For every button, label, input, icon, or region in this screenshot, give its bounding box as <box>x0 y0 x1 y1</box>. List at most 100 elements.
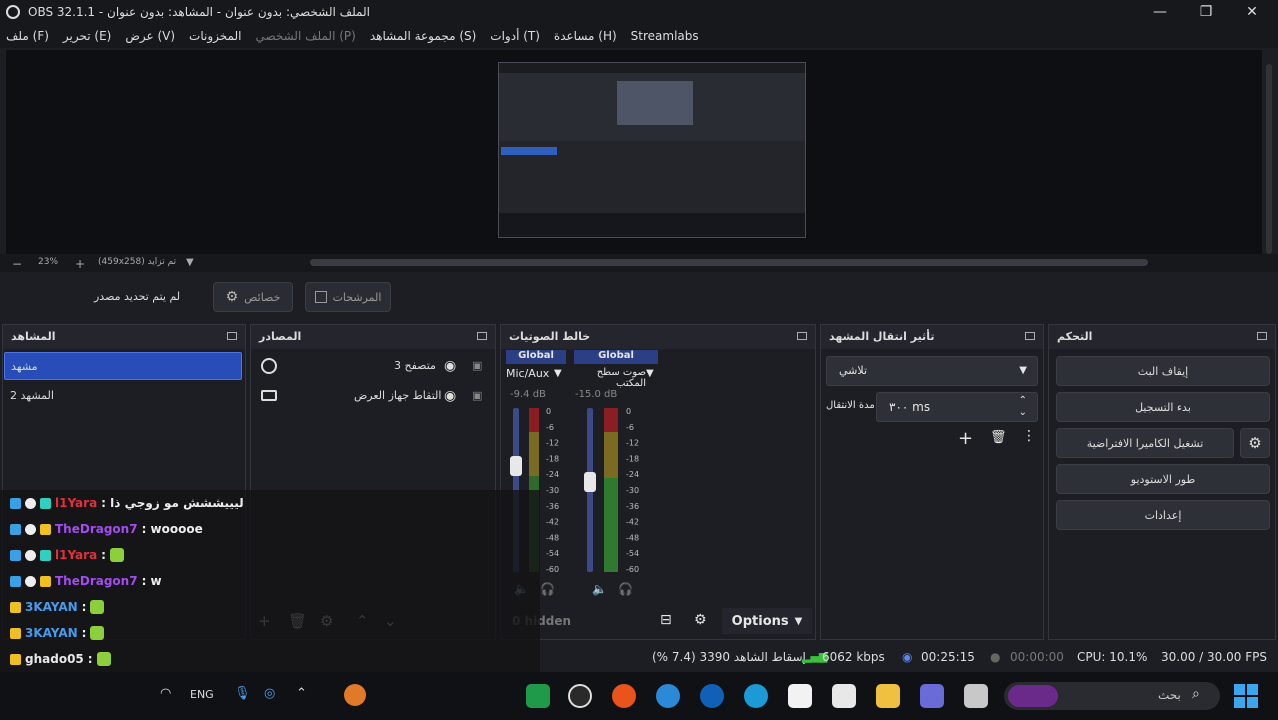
global-badge: Global <box>574 350 658 364</box>
add-transition-icon[interactable]: + <box>958 428 973 449</box>
file-explorer-icon[interactable] <box>876 684 900 708</box>
chat-badge-icon <box>40 523 51 535</box>
start-recording-button[interactable]: بدء التسجيل <box>1056 392 1270 422</box>
visibility-eye-icon[interactable]: ◉ <box>444 352 456 380</box>
microphone-icon[interactable]: 🎙 <box>234 686 251 701</box>
undock-icon[interactable] <box>477 332 487 340</box>
chevron-down-icon: ▼ <box>1019 365 1027 376</box>
tray-expand-icon[interactable]: ⌃ <box>296 686 307 701</box>
menu-help[interactable]: مساعدة (H) <box>554 29 617 43</box>
status-bar: إسقاط الشاهد 3390 (7.4 %) ▂▄▆ 6062 kbps … <box>540 644 1278 672</box>
undock-icon[interactable] <box>1257 332 1267 340</box>
taskbar-app-icon[interactable] <box>526 684 550 708</box>
more-options-icon[interactable]: ⋮ <box>1022 428 1036 444</box>
menu-scene-collection[interactable]: مجموعة المشاهد (S) <box>370 29 476 43</box>
headphones-icon[interactable]: 🎧 <box>618 582 633 596</box>
help-icon[interactable] <box>656 684 680 708</box>
firefox-icon[interactable] <box>612 684 636 708</box>
chat-badge-icon <box>25 497 36 509</box>
chevron-down-icon[interactable]: ▼ <box>646 368 654 379</box>
properties-button[interactable]: ⚙ خصائص <box>213 282 293 312</box>
minimize-button[interactable]: — <box>1140 2 1180 22</box>
controls-title: التحكم <box>1057 329 1093 343</box>
edge-icon[interactable] <box>744 684 768 708</box>
lock-icon[interactable]: ▣ <box>472 352 482 380</box>
undock-icon[interactable] <box>227 332 237 340</box>
source-item[interactable]: التقاط جهاز العرض ◉ ▣ <box>258 382 488 410</box>
horizontal-scrollbar[interactable] <box>310 259 1148 266</box>
studio-mode-button[interactable]: طور الاستوديو <box>1056 464 1270 494</box>
scene-item[interactable]: المشهد 2 <box>4 382 242 410</box>
meter-tick-label: -48 <box>546 533 559 542</box>
notification-app-icon[interactable] <box>344 684 366 706</box>
desktop-meter-yellow <box>604 432 618 478</box>
mixer-channel-name: Mic/Aux <box>506 367 550 380</box>
title-bar: OBS 32.1.1 - الملف الشخصي: بدون عنوان - … <box>0 0 1278 24</box>
chat-username: TheDragon7 <box>55 522 138 536</box>
obs-taskbar-icon[interactable] <box>568 684 592 708</box>
chat-text: : <box>87 652 93 666</box>
store-icon[interactable] <box>832 684 856 708</box>
virtual-camera-settings-button[interactable]: ⚙ <box>1240 428 1270 458</box>
amazon-icon[interactable] <box>788 684 812 708</box>
source-item[interactable]: متصفح 3 ◉ ▣ <box>258 352 488 380</box>
lock-icon[interactable]: ▣ <box>472 382 482 410</box>
meter-tick-label: -30 <box>626 486 639 495</box>
duration-spinbox[interactable]: ٣٠٠ ms ⌃ ⌄ <box>876 392 1038 422</box>
mixer-options-button[interactable]: Options ▼ <box>722 608 812 634</box>
window-title: OBS 32.1.1 - الملف الشخصي: بدون عنوان - … <box>28 5 370 19</box>
hp-icon[interactable] <box>700 684 724 708</box>
mixer-layout-icon[interactable]: ⊟ <box>660 612 672 628</box>
meter-tick-label: -60 <box>546 565 559 574</box>
zoom-in-button[interactable]: + <box>75 257 85 271</box>
task-view-icon[interactable] <box>964 684 988 708</box>
speaker-icon[interactable]: 🔈 <box>592 582 607 596</box>
menu-file[interactable]: ملف (F) <box>6 29 49 43</box>
undock-icon[interactable] <box>797 332 807 340</box>
meter-tick-label: -30 <box>546 486 559 495</box>
chat-message: 3KAYAN: <box>10 595 105 619</box>
meter-tick-label: -42 <box>626 518 639 527</box>
headphones-icon[interactable]: 🎧 <box>540 582 555 596</box>
scenes-title: المشاهد <box>11 329 56 343</box>
filters-button[interactable]: المرشحات <box>305 282 391 312</box>
chat-username: ghado05 <box>25 652 84 666</box>
vertical-scrollbar[interactable] <box>1266 64 1272 254</box>
zoom-out-button[interactable]: − <box>12 257 22 271</box>
teams-icon[interactable] <box>920 684 944 708</box>
maximize-button[interactable]: ❐ <box>1186 2 1226 22</box>
filters-label: المرشحات <box>332 290 382 304</box>
transition-select[interactable]: تلاشي ▼ <box>826 356 1038 386</box>
chevron-down-icon[interactable]: ▼ <box>554 368 562 379</box>
undock-icon[interactable] <box>1025 332 1035 340</box>
windows-start-icon[interactable] <box>1234 684 1258 708</box>
bitrate: 6062 kbps <box>822 650 885 664</box>
search-box[interactable]: بحث ⌕ <box>1004 682 1220 710</box>
menu-edit[interactable]: تحرير (E) <box>63 29 111 43</box>
language-indicator[interactable]: ENG <box>190 688 214 701</box>
menu-docks[interactable]: المخزونات <box>189 29 241 43</box>
stop-streaming-button[interactable]: إيقاف البث <box>1056 356 1270 386</box>
settings-button[interactable]: إعدادات <box>1056 500 1270 530</box>
spin-down-icon[interactable]: ⌄ <box>1019 399 1027 427</box>
mixer-settings-icon[interactable]: ⚙ <box>694 612 707 628</box>
mixer-channel-name: صوت سطح المكتب <box>596 367 646 389</box>
remove-transition-icon[interactable]: 🗑 <box>990 430 1007 445</box>
chat-text: : ليييششش مو زوجي ذا <box>101 496 244 510</box>
menu-profile[interactable]: الملف الشخصي (P) <box>255 29 355 43</box>
chat-badge-icon <box>10 627 21 639</box>
menu-tools[interactable]: أدوات (T) <box>490 29 540 43</box>
scene-item[interactable]: مشهد <box>4 352 242 380</box>
close-button[interactable]: ✕ <box>1232 2 1272 22</box>
network-icon[interactable]: ◎ <box>264 686 275 701</box>
record-icon: ● <box>990 650 1001 664</box>
menu-streamlabs[interactable]: Streamlabs <box>631 29 699 43</box>
menu-view[interactable]: عرض (V) <box>125 29 175 43</box>
chat-emote-icon <box>90 626 105 640</box>
meter-tick-label: -36 <box>546 502 559 511</box>
wifi-icon[interactable]: ◠ <box>160 686 171 701</box>
visibility-eye-icon[interactable]: ◉ <box>444 382 456 410</box>
start-virtual-camera-button[interactable]: تشغيل الكاميرا الافتراضية <box>1056 428 1234 458</box>
zoom-dropdown-icon[interactable]: ▼ <box>186 257 194 268</box>
meter-tick-label: -36 <box>626 502 639 511</box>
